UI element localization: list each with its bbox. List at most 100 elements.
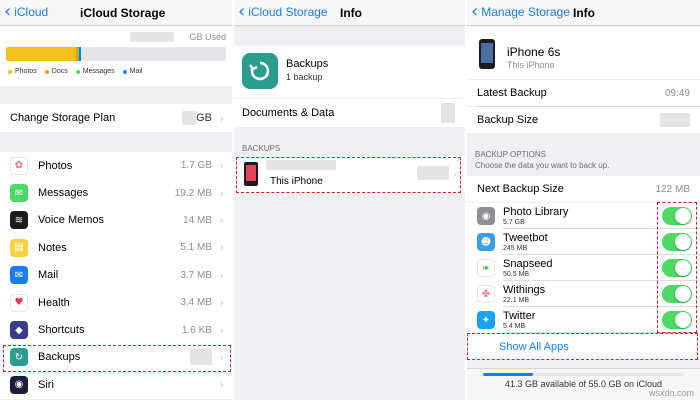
voice-memos-icon: ≋ bbox=[10, 211, 28, 230]
backups-icon bbox=[242, 53, 278, 89]
back-button[interactable]: ‹ iCloud bbox=[4, 1, 48, 22]
redacted-value bbox=[130, 32, 174, 42]
latest-backup-value: 09:49 bbox=[664, 87, 690, 99]
storage-legend: Photos Docs Messages Mail bbox=[8, 68, 143, 75]
backup-app-withings: ✤ Withings 22.1 MB bbox=[467, 281, 700, 307]
chevron-left-icon: ‹ bbox=[4, 1, 12, 22]
change-plan-value: GB bbox=[196, 112, 212, 124]
backup-app-twitter: ✦ Twitter 5.4 MB bbox=[467, 307, 700, 333]
backup-app-snapseed: ❧ Snapseed 50.5 MB bbox=[467, 255, 700, 281]
backup-toggle[interactable] bbox=[662, 311, 692, 329]
show-all-apps-link[interactable]: Show All Apps bbox=[499, 341, 569, 353]
device-label: This iPhone bbox=[270, 176, 323, 187]
app-name: Tweetbot bbox=[503, 232, 548, 244]
storage-item-label: Notes bbox=[38, 241, 67, 254]
storage-item-backups[interactable]: ↻ Backups › bbox=[0, 343, 232, 372]
app-size: 5.7 GB bbox=[503, 219, 525, 226]
iphone-icon bbox=[244, 162, 258, 186]
withings-icon: ✤ bbox=[477, 285, 495, 303]
page-title: Info bbox=[340, 6, 362, 20]
redacted-value bbox=[441, 103, 455, 123]
storage-item-label: Mail bbox=[38, 269, 59, 282]
watermark: wsxdn.com bbox=[648, 388, 694, 398]
chevron-right-icon: › bbox=[219, 186, 224, 200]
storage-item-value: 1.7 GB bbox=[180, 160, 212, 172]
shortcuts-icon: ◆ bbox=[10, 321, 28, 340]
chevron-right-icon: › bbox=[219, 213, 224, 227]
chevron-right-icon: › bbox=[219, 296, 224, 310]
change-storage-plan-row[interactable]: Change Storage Plan GB › bbox=[0, 104, 232, 132]
backup-size-row: Backup Size bbox=[467, 107, 700, 133]
backup-options-sub: Choose the data you want to back up. bbox=[475, 161, 610, 170]
page-title: Info bbox=[573, 6, 595, 20]
back-label: iCloud Storage bbox=[248, 5, 328, 19]
app-name: Withings bbox=[503, 284, 546, 296]
health-icon: ♥ bbox=[10, 293, 28, 312]
backups-title: Backups bbox=[286, 58, 329, 70]
change-plan-label: Change Storage Plan bbox=[10, 112, 116, 124]
siri-icon: ◉ bbox=[10, 375, 28, 394]
mail-icon: ✉ bbox=[10, 266, 28, 285]
app-size: 50.5 MB bbox=[503, 271, 530, 278]
chevron-right-icon: › bbox=[219, 323, 224, 337]
storage-item-value: 19.2 MB bbox=[174, 187, 212, 199]
redacted-value bbox=[660, 113, 690, 127]
next-backup-size-label: Next Backup Size bbox=[477, 183, 564, 195]
storage-item-label: Voice Memos bbox=[38, 214, 105, 227]
backups-header-card: Backups 1 backup bbox=[234, 46, 465, 98]
info-panel: ‹ iCloud Storage Info Backups 1 backup D… bbox=[234, 0, 465, 400]
documents-data-row[interactable]: Documents & Data bbox=[234, 99, 465, 127]
storage-item-photos[interactable]: ✿ Photos 1.7 GB › bbox=[0, 152, 232, 180]
icloud-storage-panel: ‹ iCloud iCloud Storage GB Used Photos D… bbox=[0, 0, 232, 400]
storage-item-health[interactable]: ♥ Health 3.4 MB › bbox=[0, 289, 232, 317]
navbar: ‹ Manage Storage Info bbox=[467, 0, 700, 26]
device-sub: This iPhone bbox=[507, 60, 555, 70]
chevron-right-icon: › bbox=[219, 241, 224, 255]
storage-item-label: Photos bbox=[38, 159, 73, 172]
redacted-size bbox=[417, 166, 449, 180]
navbar: ‹ iCloud iCloud Storage bbox=[0, 0, 232, 26]
backup-toggle[interactable] bbox=[662, 259, 692, 277]
redacted-device-name bbox=[266, 160, 336, 170]
app-name: Twitter bbox=[503, 310, 536, 322]
iphone-icon bbox=[479, 39, 495, 69]
app-size: 5.4 MB bbox=[503, 323, 526, 330]
chevron-left-icon: ‹ bbox=[238, 1, 246, 22]
backups-count: 1 backup bbox=[286, 72, 323, 82]
chevron-right-icon: › bbox=[219, 268, 224, 282]
chevron-left-icon: ‹ bbox=[471, 1, 479, 22]
storage-item-value: 14 MB bbox=[183, 214, 212, 226]
back-button[interactable]: ‹ iCloud Storage bbox=[238, 1, 328, 22]
app-size: 22.1 MB bbox=[503, 297, 530, 304]
footer-storage-fill bbox=[483, 373, 534, 376]
photos-icon: ✿ bbox=[10, 156, 28, 175]
backup-toggle[interactable] bbox=[662, 207, 692, 225]
storage-item-shortcuts[interactable]: ◆ Shortcuts 1.6 KB › bbox=[0, 316, 232, 344]
storage-item-voice-memos[interactable]: ≋ Voice Memos 14 MB › bbox=[0, 206, 232, 235]
backup-info-panel: ‹ Manage Storage Info iPhone 6s This iPh… bbox=[467, 0, 700, 400]
device-card: iPhone 6s This iPhone bbox=[467, 27, 700, 79]
backup-toggle[interactable] bbox=[662, 233, 692, 251]
show-all-apps-row[interactable]: Show All Apps bbox=[467, 334, 700, 360]
storage-item-value: 3.7 MB bbox=[180, 269, 212, 281]
app-size: 245 MB bbox=[503, 245, 528, 252]
legend-messages: Messages bbox=[75, 68, 115, 75]
back-button[interactable]: ‹ Manage Storage bbox=[471, 1, 570, 22]
storage-item-siri[interactable]: ◉ Siri › bbox=[0, 371, 232, 399]
chevron-right-icon: › bbox=[219, 378, 224, 392]
backup-options-header: BACKUP OPTIONS bbox=[475, 150, 546, 159]
backup-size-label: Backup Size bbox=[477, 114, 539, 126]
storage-item-messages[interactable]: ✉ Messages 19.2 MB › bbox=[0, 179, 232, 207]
storage-item-notes[interactable]: ▤ Notes 5.1 MB › bbox=[0, 234, 232, 262]
divider bbox=[503, 332, 700, 333]
twitter-icon: ✦ bbox=[477, 311, 495, 329]
camera-icon: ◉ bbox=[477, 207, 495, 225]
storage-item-value: 3.4 MB bbox=[180, 297, 212, 309]
storage-item-mail[interactable]: ✉ Mail 3.7 MB › bbox=[0, 261, 232, 289]
this-iphone-backup-row[interactable]: This iPhone › bbox=[234, 156, 465, 192]
legend-docs: Docs bbox=[44, 68, 68, 75]
storage-item-label: Siri bbox=[38, 378, 54, 391]
legend-photos: Photos bbox=[8, 68, 37, 75]
storage-summary: GB Used Photos Docs Messages Mail bbox=[0, 26, 232, 86]
backup-toggle[interactable] bbox=[662, 285, 692, 303]
